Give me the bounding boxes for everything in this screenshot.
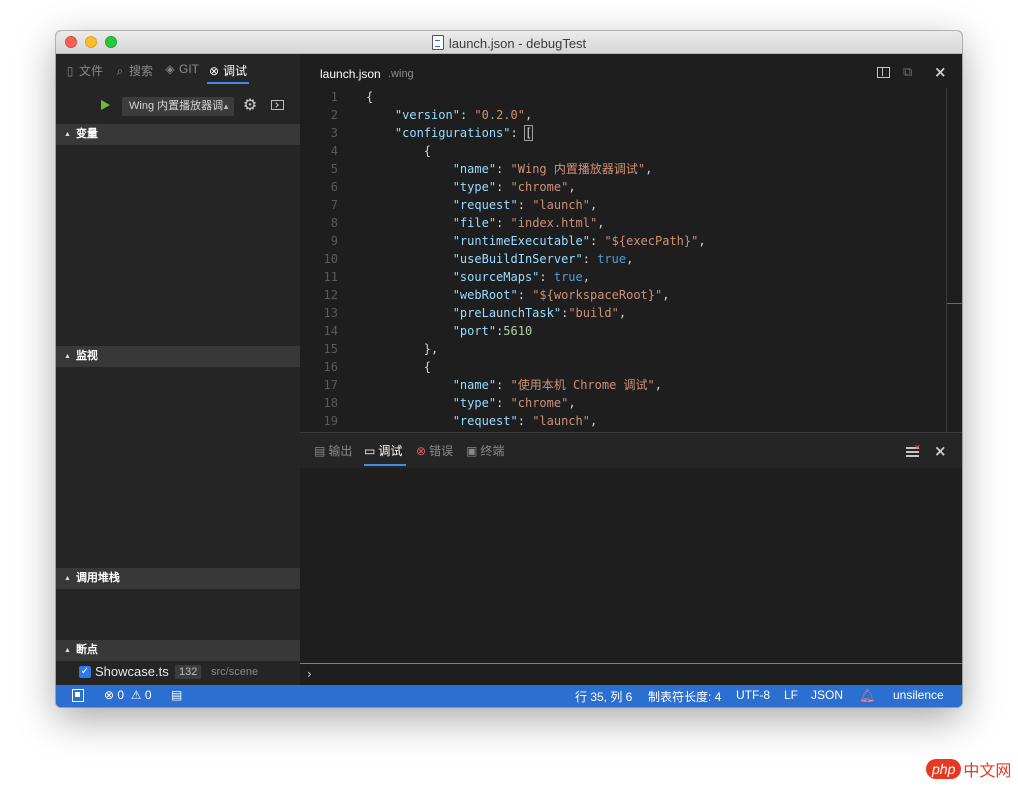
breakpoint-path: src/scene	[211, 666, 259, 678]
breakpoint-item[interactable]: ✓ Showcase.ts 132 src/scene	[56, 661, 300, 683]
tab-problems[interactable]: ⊗ 错误	[416, 442, 453, 459]
tab-size[interactable]: 制表符长度: 4	[648, 688, 721, 705]
split-editor-icon[interactable]	[877, 67, 890, 78]
tab-search[interactable]: ⌕ 搜索	[113, 62, 153, 79]
code-line: 7 "request": "launch",	[330, 198, 598, 212]
breakpoint-line-badge: 132	[175, 665, 202, 679]
output-icon: ▤	[314, 444, 326, 458]
bottom-panel: ▤ 输出 ▭ 调试 ⊗ 错误 ▣ 终端 ✕ × ›	[300, 432, 962, 685]
collapse-icon: ▲	[64, 353, 71, 360]
feedback-icon[interactable]: ▤	[171, 688, 182, 702]
error-icon: ⊗	[416, 444, 427, 458]
code-editor[interactable]: 1{ 2 "version": "0.2.0", 3 "configuratio…	[300, 88, 946, 432]
debug-console-icon: ▭	[364, 444, 376, 458]
debug-config-select[interactable]: Wing 内置播放器调 ▲▼	[122, 97, 234, 116]
sidebar-tabs: ▯ 文件 ⌕ 搜索 ◈ GIT ⊗ 调试	[56, 54, 300, 86]
warning-icon: ⚠	[130, 688, 142, 702]
code-line: 10 "useBuildInServer": true,	[323, 252, 634, 266]
prompt-chevron-icon: ›	[307, 667, 312, 681]
clear-console-icon[interactable]: ✕	[906, 444, 921, 458]
error-icon: ⊗	[104, 688, 115, 702]
user-name[interactable]: unsilence	[893, 688, 944, 702]
editor-scrollbar[interactable]	[946, 88, 962, 432]
code-line: 13 "preLaunchTask":"build",	[323, 306, 627, 320]
code-line: 15 },	[323, 342, 439, 356]
collapse-icon: ▲	[64, 575, 71, 582]
tab-terminal[interactable]: ▣ 终端	[466, 442, 504, 459]
breakpoint-checkbox[interactable]: ✓	[79, 666, 91, 678]
search-icon: ⌕	[116, 64, 124, 78]
start-debug-button[interactable]	[101, 100, 110, 110]
sidebar: ▯文件 ⌕搜索 ◈GIT ⊗调试 Wing 内置播放器调 ▲▼ ⚙ ▲变量	[56, 54, 300, 685]
title-bar: launch.json - debugTest	[56, 31, 962, 54]
file-encoding[interactable]: UTF-8	[736, 688, 770, 702]
terminal-icon: ▣	[466, 444, 478, 458]
window-title: launch.json - debugTest	[448, 36, 587, 51]
code-line: 19 "request": "launch",	[323, 414, 598, 428]
tab-git[interactable]: ◈ GIT	[163, 62, 199, 76]
gear-icon[interactable]: ⚙	[242, 97, 258, 113]
section-watch[interactable]: ▲ 监视	[56, 346, 300, 367]
problems-indicator[interactable]: ⊗ 0 ⚠ 0	[104, 688, 152, 702]
end-of-line[interactable]: LF	[784, 688, 798, 702]
code-line: 18 "type": "chrome",	[323, 396, 576, 410]
tab-debug[interactable]: ⊗ 调试	[207, 62, 247, 79]
tab-debug-console[interactable]: ▭ 调试	[364, 442, 402, 459]
scrollbar-marker	[947, 303, 962, 304]
watermark: php 中文网	[926, 757, 1011, 781]
select-arrows-icon: ▲▼	[222, 102, 230, 111]
code-line: 5 "name": "Wing 内置播放器调试",	[330, 162, 653, 176]
json-file-icon	[431, 35, 444, 50]
file-icon: ▯	[66, 64, 74, 78]
close-editor-icon[interactable]: ×	[934, 65, 947, 80]
code-line: 12 "webRoot": "${workspaceRoot}",	[323, 288, 670, 302]
collapse-icon: ▲	[64, 647, 71, 654]
code-line: 17 "name": "使用本机 Chrome 调试",	[323, 378, 662, 392]
bell-icon[interactable]: 🔔︎	[859, 688, 876, 704]
code-line: 9 "runtimeExecutable": "${execPath}",	[330, 234, 706, 248]
code-line: 8 "file": "index.html",	[330, 216, 605, 230]
section-variables[interactable]: ▲ 变量	[56, 124, 300, 145]
active-tab-indicator	[207, 82, 249, 84]
open-changes-icon[interactable]: ⧉	[903, 66, 917, 79]
debug-icon: ⊗	[208, 64, 220, 78]
section-callstack[interactable]: ▲ 调用堆栈	[56, 568, 300, 589]
section-breakpoints[interactable]: ▲ 断点	[56, 640, 300, 661]
status-bar: ⊗ 0 ⚠ 0 ▤ 行 35, 列 6 制表符长度: 4 UTF-8 LF JS…	[56, 685, 962, 707]
tab-files[interactable]: ▯ 文件	[63, 62, 103, 79]
code-line: 3 "configurations": [	[330, 125, 534, 141]
code-line: 6 "type": "chrome",	[330, 180, 576, 194]
editor-tab-directory: .wing	[388, 68, 414, 80]
code-line: 14 "port":5610	[323, 324, 533, 338]
collapse-icon: ▲	[64, 131, 71, 138]
remote-icon[interactable]	[72, 689, 84, 702]
code-line: 2 "version": "0.2.0",	[330, 108, 533, 122]
active-panel-tab-indicator	[364, 464, 406, 466]
code-line: 4 {	[330, 144, 432, 158]
code-line: 1{	[330, 90, 374, 104]
breakpoint-file: Showcase.ts	[95, 664, 169, 679]
editor-tab-filename[interactable]: launch.json	[320, 67, 381, 81]
open-console-icon[interactable]	[271, 100, 284, 110]
window-title-container: launch.json - debugTest	[56, 35, 962, 51]
tab-output[interactable]: ▤ 输出	[314, 442, 352, 459]
app-window: launch.json - debugTest ▯ 文件 ⌕ 搜索 ◈ GIT ⊗ 调试…	[56, 31, 962, 707]
panel-tab-bar: ▤ 输出 ▭ 调试 ⊗ 错误 ▣ 终端 ✕ ×	[300, 433, 962, 468]
code-line: 11 "sourceMaps": true,	[323, 270, 590, 284]
git-icon: ◈	[165, 62, 175, 76]
language-mode[interactable]: JSON	[811, 688, 843, 702]
cursor-position[interactable]: 行 35, 列 6	[575, 688, 632, 705]
editor-tab-bar: launch.json .wing ⧉ ×	[300, 54, 962, 88]
debug-toolbar: Wing 内置播放器调 ▲▼ ⚙	[56, 86, 300, 124]
code-line: 16 {	[323, 360, 432, 374]
debug-console-input[interactable]: ›	[300, 663, 962, 686]
close-panel-icon[interactable]: ×	[934, 444, 947, 459]
